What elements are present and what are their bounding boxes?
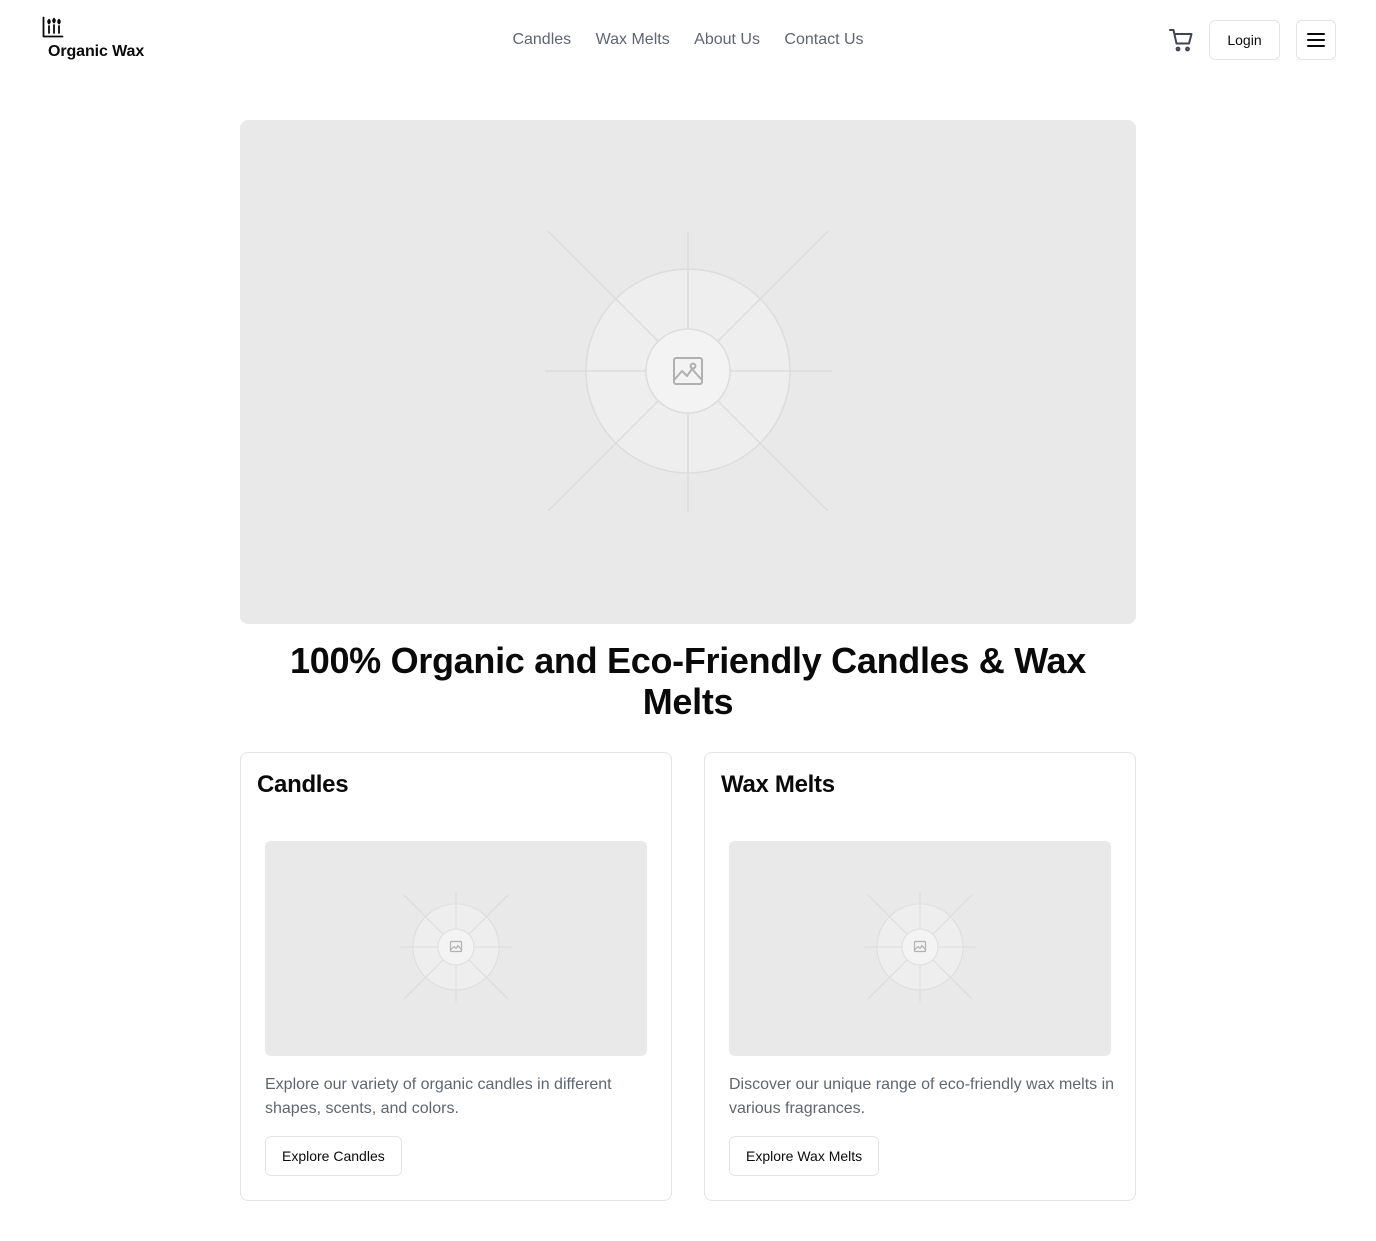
nav-link-wax-melts[interactable]: Wax Melts (596, 30, 670, 50)
card-title: Wax Melts (721, 771, 835, 798)
site-header: Organic Wax Candles Wax Melts About Us C… (0, 0, 1376, 80)
image-placeholder-graphic (864, 892, 976, 1002)
nav-link-about-us[interactable]: About Us (694, 30, 760, 50)
hamburger-menu-icon (1307, 33, 1325, 47)
image-placeholder-graphic (545, 230, 832, 512)
shopping-cart-icon (1169, 29, 1193, 52)
image-placeholder-graphic (400, 892, 512, 1002)
card-image (265, 841, 647, 1056)
login-button[interactable]: Login (1209, 20, 1280, 60)
explore-candles-button[interactable]: Explore Candles (265, 1136, 402, 1176)
menu-button[interactable] (1296, 20, 1336, 60)
card-title: Candles (257, 771, 349, 798)
nav-link-contact-us[interactable]: Contact Us (784, 30, 863, 50)
explore-wax-melts-button[interactable]: Explore Wax Melts (729, 1136, 880, 1176)
category-card-candles: Candles Explore our variety of organic c… (240, 752, 672, 1201)
card-description: Explore our variety of organic candles i… (265, 1076, 612, 1117)
hero-title: 100% Organic and Eco-Friendly Candles & … (290, 640, 1086, 722)
category-card-wax-melts: Wax Melts Discover our unique range of e… (704, 752, 1136, 1201)
hero-image (240, 120, 1136, 624)
cart-button[interactable] (1166, 26, 1196, 54)
card-image (729, 841, 1111, 1056)
nav-link-candles[interactable]: Candles (512, 30, 571, 50)
card-description: Discover our unique range of eco-friendl… (729, 1076, 1115, 1117)
